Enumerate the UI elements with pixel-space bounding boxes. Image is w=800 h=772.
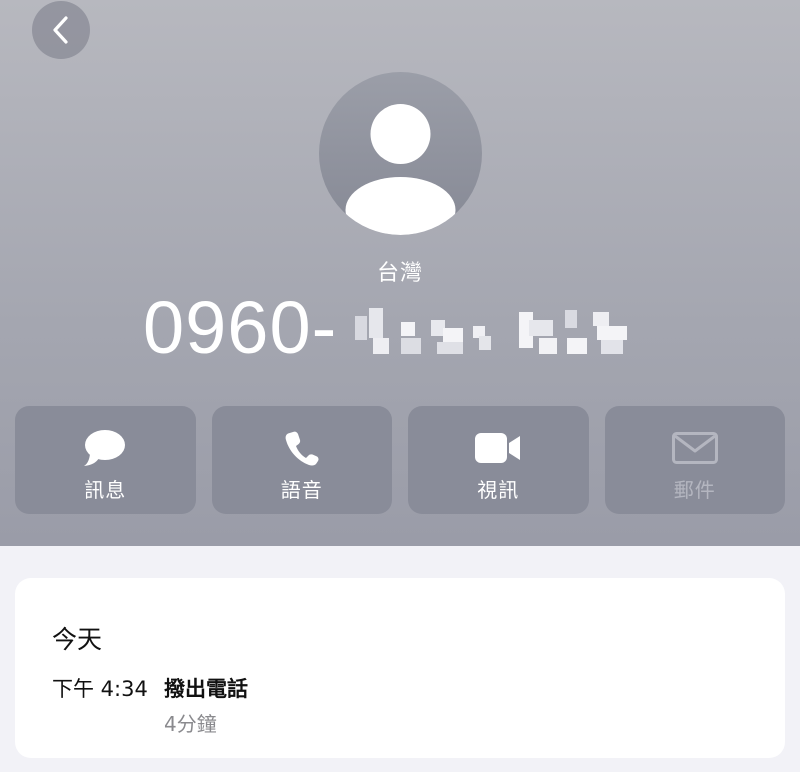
history-date-heading: 今天 (52, 625, 103, 654)
mail-label: 郵件 (673, 478, 716, 502)
phone-number: 0960- (143, 286, 338, 369)
call-type: 撥出電話 (164, 677, 248, 701)
chevron-left-icon (53, 16, 68, 44)
contact-actions: 訊息 語音 視訊 郵件 (15, 406, 785, 514)
phone-icon (285, 428, 319, 468)
call-time: 下午 4:34 (52, 677, 148, 701)
video-call-button[interactable]: 視訊 (408, 406, 589, 514)
voice-call-label: 語音 (280, 478, 323, 502)
message-bubble-icon (83, 428, 127, 468)
video-call-label: 視訊 (477, 478, 520, 502)
contact-location: 台灣 (376, 261, 423, 286)
voice-call-button[interactable]: 語音 (211, 406, 392, 514)
message-button[interactable]: 訊息 (15, 406, 196, 514)
person-icon (345, 104, 456, 235)
video-camera-icon (475, 428, 521, 468)
message-label: 訊息 (84, 478, 127, 502)
redacted-number-mosaic (343, 298, 636, 358)
avatar (319, 72, 482, 235)
contact-header: 台灣 0960- 訊息 語音 視訊 郵件 (0, 0, 800, 546)
phone-number-row: 0960- (143, 288, 636, 368)
mail-button[interactable]: 郵件 (604, 406, 785, 514)
back-button[interactable] (32, 1, 90, 59)
envelope-icon (671, 428, 718, 468)
call-history-card: 今天 下午 4:34 撥出電話 4分鐘 (15, 578, 785, 758)
call-duration: 4分鐘 (164, 712, 217, 736)
